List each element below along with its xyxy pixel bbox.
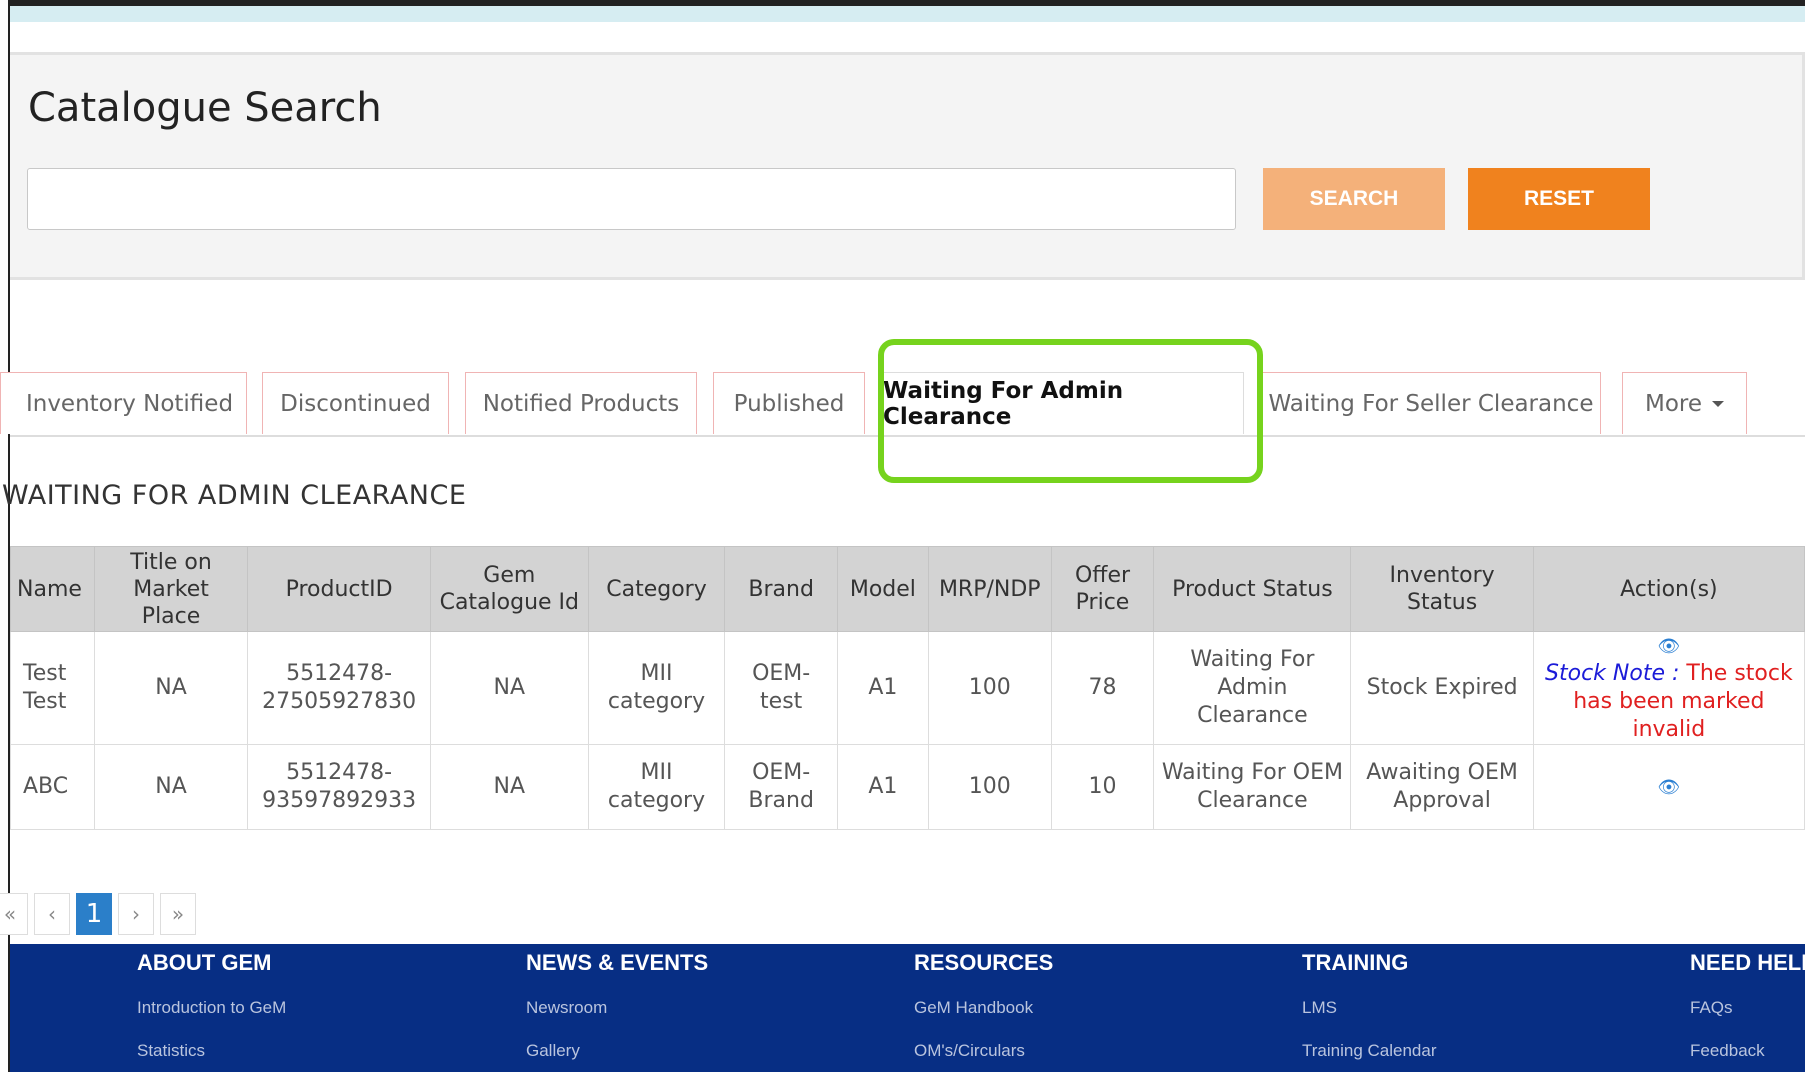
table-row: Test Test NA 5512478-27505927830 NA MII … <box>10 631 1805 745</box>
col-actions: Action(s) <box>1532 546 1805 632</box>
cell-product-status: Waiting For Admin Clearance <box>1153 631 1352 745</box>
page-title: Catalogue Search <box>28 85 382 131</box>
search-input[interactable] <box>27 168 1236 230</box>
col-inventory-status: Inventory Status <box>1350 546 1534 632</box>
cell-name: Test Test <box>10 631 95 745</box>
col-offer-price: Offer Price <box>1050 546 1155 632</box>
cell-actions: 👁 Stock Note : The stock has been marked… <box>1532 631 1805 745</box>
footer-link[interactable]: Statistics <box>137 1041 205 1061</box>
cell-model: A1 <box>836 744 929 830</box>
cell-product-id: 5512478-93597892933 <box>247 744 431 830</box>
reset-button[interactable]: RESET <box>1468 168 1650 230</box>
top-header-strip <box>10 6 1805 22</box>
col-title: Title on Market Place <box>93 546 249 632</box>
cell-category: MII category <box>587 631 726 745</box>
cell-mrp: 100 <box>927 631 1052 745</box>
products-table: Name Title on Market Place ProductID Gem… <box>10 546 1805 830</box>
page-next-button[interactable]: › <box>118 893 154 935</box>
footer-heading: NEWS & EVENTS <box>526 950 709 975</box>
footer-link[interactable]: LMS <box>1302 998 1337 1018</box>
col-product-id: ProductID <box>247 546 431 632</box>
cell-title: NA <box>93 744 249 830</box>
tab-notified-products[interactable]: Notified Products <box>465 372 697 434</box>
footer-heading: TRAINING <box>1302 950 1409 975</box>
cell-offer-price: 78 <box>1050 631 1155 745</box>
col-gem-catalogue-id: Gem Catalogue Id <box>430 546 589 632</box>
page-1-button[interactable]: 1 <box>76 893 112 935</box>
cell-inventory-status: Awaiting OEM Approval <box>1350 744 1534 830</box>
eye-icon[interactable]: 👁 <box>1657 778 1680 798</box>
cell-gem-id: NA <box>430 631 589 745</box>
cell-inventory-status: Stock Expired <box>1350 631 1534 745</box>
cell-name: ABC <box>10 744 95 830</box>
cell-gem-id: NA <box>430 744 589 830</box>
tab-inventory-notified[interactable]: Inventory Notified <box>0 372 247 434</box>
footer-link[interactable]: FAQs <box>1690 998 1733 1018</box>
cell-title: NA <box>93 631 249 745</box>
cell-actions: 👁 <box>1532 744 1805 830</box>
table-row: ABC NA 5512478-93597892933 NA MII catego… <box>10 744 1805 830</box>
section-title: WAITING FOR ADMIN CLEARANCE <box>2 480 467 511</box>
footer-link[interactable]: OM's/Circulars <box>914 1041 1025 1061</box>
table-header-row: Name Title on Market Place ProductID Gem… <box>10 546 1805 632</box>
footer-link[interactable]: Newsroom <box>526 998 607 1018</box>
tab-discontinued[interactable]: Discontinued <box>262 372 449 434</box>
cell-offer-price: 10 <box>1050 744 1155 830</box>
footer-link[interactable]: Introduction to GeM <box>137 998 286 1018</box>
tab-waiting-seller-clearance[interactable]: Waiting For Seller Clearance <box>1261 372 1601 434</box>
search-button[interactable]: SEARCH <box>1263 168 1445 230</box>
footer-heading: RESOURCES <box>914 950 1054 975</box>
stock-note-label: Stock Note : <box>1545 661 1680 686</box>
cell-category: MII category <box>587 744 726 830</box>
cell-product-status: Waiting For OEM Clearance <box>1153 744 1352 830</box>
page-last-button[interactable]: » <box>160 893 196 935</box>
pagination: « ‹ 1 › » <box>0 893 196 935</box>
col-product-status: Product Status <box>1153 546 1352 632</box>
cell-brand: OEM-Brand <box>724 744 838 830</box>
site-footer: ABOUT GEM Introduction to GeM Statistics… <box>10 944 1805 1072</box>
tab-more[interactable]: More <box>1622 372 1747 434</box>
page-first-button[interactable]: « <box>0 893 28 935</box>
footer-link[interactable]: Feedback <box>1690 1041 1765 1061</box>
col-model: Model <box>836 546 929 632</box>
col-name: Name <box>10 546 95 632</box>
footer-link[interactable]: Training Calendar <box>1302 1041 1437 1061</box>
page-prev-button[interactable]: ‹ <box>34 893 70 935</box>
tab-more-label: More <box>1644 390 1703 417</box>
col-brand: Brand <box>724 546 838 632</box>
footer-link[interactable]: Gallery <box>526 1041 580 1061</box>
cell-product-id: 5512478-27505927830 <box>247 631 431 745</box>
col-mrp: MRP/NDP <box>927 546 1052 632</box>
caret-down-icon <box>1712 400 1725 407</box>
tabs-baseline <box>10 435 1805 437</box>
col-category: Category <box>587 546 726 632</box>
cell-mrp: 100 <box>927 744 1052 830</box>
footer-heading: NEED HELP <box>1690 950 1805 975</box>
cell-model: A1 <box>836 631 929 745</box>
catalogue-search-panel: Catalogue Search SEARCH RESET <box>10 52 1805 280</box>
footer-heading: ABOUT GEM <box>137 950 272 975</box>
eye-icon[interactable]: 👁 <box>1657 637 1680 657</box>
cell-brand: OEM-test <box>724 631 838 745</box>
tab-waiting-admin-clearance[interactable]: Waiting For Admin Clearance <box>882 372 1244 434</box>
footer-link[interactable]: GeM Handbook <box>914 998 1033 1018</box>
tab-published[interactable]: Published <box>713 372 865 434</box>
